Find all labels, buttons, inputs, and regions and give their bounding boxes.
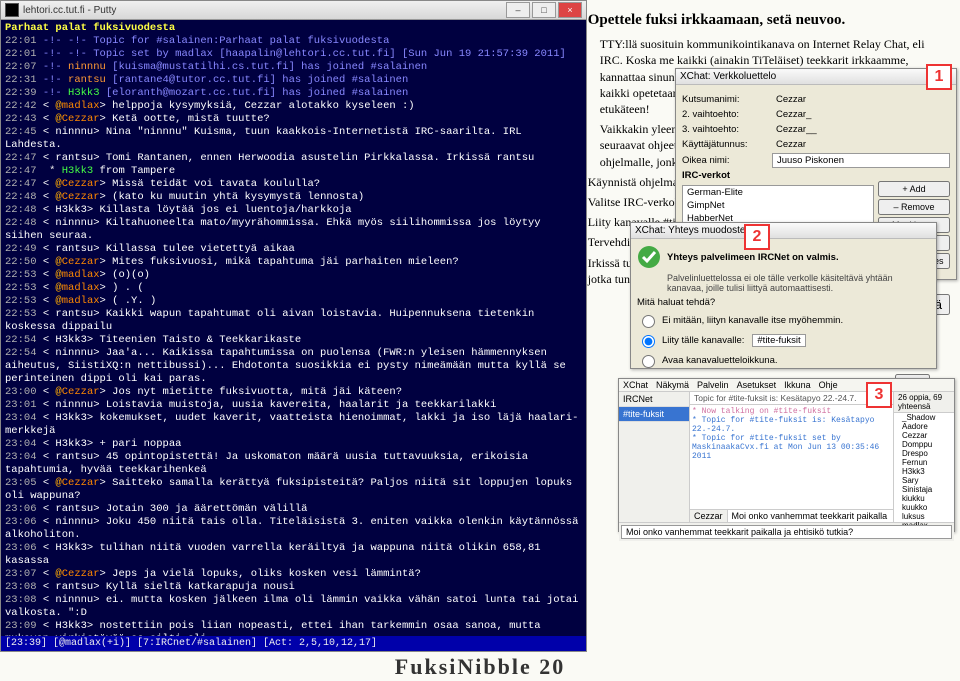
- irc-topic: Parhaat palat fuksivuodesta: [5, 22, 582, 35]
- chat-area[interactable]: * Now talking on #tite-fuksit * Topic fo…: [690, 405, 893, 509]
- current-nick: Cezzar: [690, 510, 728, 522]
- channel-input[interactable]: #tite-fuksit: [752, 334, 805, 347]
- add-button[interactable]: + Add: [878, 181, 950, 197]
- remove-button[interactable]: – Remove: [878, 199, 950, 215]
- channel-topic: Topic for #tite-fuksit is: Kesätapyo 22.…: [690, 392, 893, 405]
- radio-list[interactable]: [642, 355, 655, 368]
- putty-titlebar: lehtori.cc.tut.fi - Putty – □ ×: [1, 1, 586, 20]
- user-list[interactable]: 26 oppia, 69 yhteensä _ShadowAadoreCezza…: [893, 392, 954, 522]
- message-input[interactable]: [728, 510, 893, 522]
- username-field[interactable]: Cezzar: [772, 138, 950, 151]
- alt1-field[interactable]: Cezzar_: [772, 108, 950, 121]
- xchat-connected-dialog: XChat: Yhteys muodostettu Yhteys palveli…: [630, 222, 937, 369]
- article-title: Opettele fuksi irkkaamaan, setä neuvoo.: [588, 10, 950, 30]
- badge-3: 3: [866, 382, 892, 408]
- radio-nothing[interactable]: [642, 315, 655, 328]
- terminal-body[interactable]: Parhaat palat fuksivuodesta 22:01 -!- -!…: [1, 20, 586, 652]
- xchat-main-window: XChatNäkymäPalvelinAsetuksetIkkunaOhje I…: [618, 378, 955, 532]
- putty-window: lehtori.cc.tut.fi - Putty – □ × Parhaat …: [0, 0, 587, 652]
- minimize-button[interactable]: –: [506, 2, 530, 18]
- close-button[interactable]: ×: [558, 2, 582, 18]
- alt2-field[interactable]: Cezzar__: [772, 123, 950, 136]
- maximize-button[interactable]: □: [532, 2, 556, 18]
- dialog-title: XChat: Yhteys muodostettu: [631, 223, 936, 239]
- checkmark-icon: [637, 245, 661, 269]
- realname-field[interactable]: Juuso Piskonen: [772, 153, 950, 168]
- network-tab[interactable]: IRCNet: [619, 392, 689, 407]
- nickname-field[interactable]: Cezzar: [772, 93, 950, 106]
- badge-1: 1: [926, 64, 952, 90]
- putty-icon: [5, 3, 19, 17]
- badge-2: 2: [744, 224, 770, 250]
- channel-tab[interactable]: #tite-fuksit: [619, 407, 689, 422]
- putty-title: lehtori.cc.tut.fi - Putty: [23, 4, 116, 17]
- radio-join[interactable]: [642, 335, 655, 348]
- menubar[interactable]: XChatNäkymäPalvelinAsetuksetIkkunaOhje: [619, 379, 954, 392]
- dialog-title: XChat: Verkkoluettelo: [676, 69, 956, 85]
- irc-statusbar: [23:39] [@madlax(+i)] [7:IRCnet/#salaine…: [1, 636, 586, 651]
- channel-tree[interactable]: IRCNet #tite-fuksit: [619, 392, 690, 522]
- bottom-input[interactable]: [621, 525, 952, 539]
